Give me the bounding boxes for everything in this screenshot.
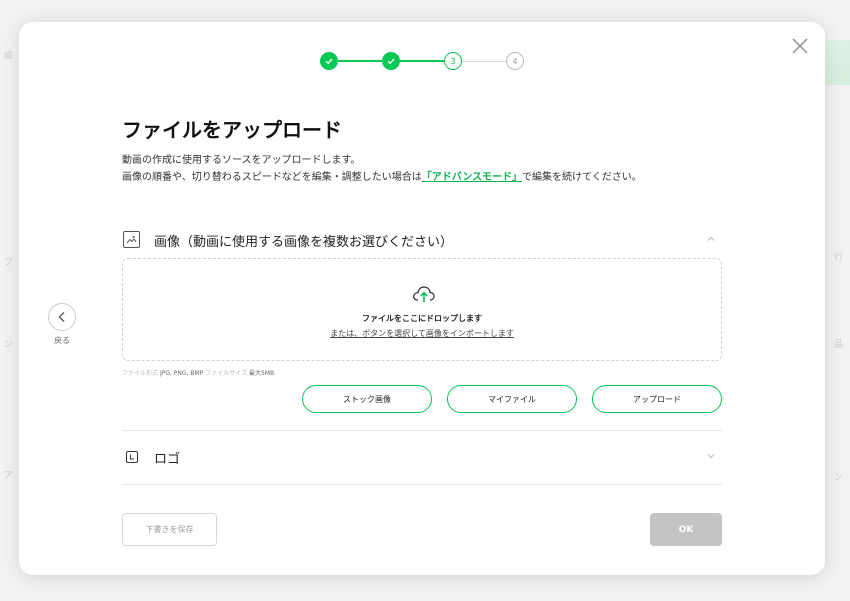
cloud-upload-icon [413, 286, 435, 302]
image-icon [123, 231, 140, 248]
advanced-mode-link[interactable]: 「アドバンスモード」 [422, 172, 522, 183]
file-size-label: ファイルサイズ [205, 370, 248, 377]
file-size-value: 最大5MB [248, 370, 275, 377]
stepper-connector [462, 60, 506, 62]
description-line-1: 動画の作成に使用するソースをアップロードします。 [122, 155, 361, 166]
checkmark-icon [325, 58, 333, 65]
step-3-current: 3 [444, 52, 462, 70]
logo-section-title: ロゴ [154, 452, 181, 467]
chevron-up-icon [707, 236, 715, 241]
dropzone-subtitle: または、ボタンを選択して画像をインポートします [330, 329, 514, 338]
file-format-label: ファイル形式 [122, 370, 159, 377]
upload-button[interactable]: アップロード [592, 385, 722, 413]
back-label: 戻る [54, 336, 70, 345]
section-divider [122, 430, 722, 431]
file-requirements: ファイル形式 JPG, PNG, BMP ファイルサイズ 最大5MB [122, 368, 274, 377]
stepper-connector [338, 60, 382, 62]
save-draft-button[interactable]: 下書きを保存 [122, 513, 217, 546]
file-format-value: JPG, PNG, BMP [159, 370, 204, 377]
background-text: 品 [834, 340, 844, 350]
ok-button[interactable]: OK [650, 513, 722, 546]
stepper-connector [400, 60, 444, 62]
chevron-down-icon [707, 454, 715, 459]
step-2-done [382, 52, 400, 70]
background-text: ブ [4, 258, 14, 268]
file-dropzone[interactable]: ファイルをここにドロップします または、ボタンを選択して画像をインポートします [122, 258, 722, 361]
back-button[interactable] [48, 303, 76, 331]
section-divider [122, 484, 722, 485]
my-files-button[interactable]: マイファイル [447, 385, 577, 413]
background-text: ン [4, 340, 14, 350]
image-section-title: 画像（動画に使用する画像を複数お選びください） [154, 235, 454, 250]
background-text: ン [834, 473, 844, 483]
logo-icon [126, 451, 138, 463]
background-text: 行 [834, 253, 844, 263]
logo-section-header[interactable]: ロゴ [122, 445, 722, 469]
description-line-2: 画像の順番や、切り替わるスピードなどを編集・調整したい場合は「アドバンスモード」… [122, 168, 642, 183]
chevron-left-icon [58, 312, 65, 322]
description-text: で編集を続けてください。 [522, 172, 642, 183]
page-title: ファイルをアップロード [122, 118, 342, 142]
background-text: ア [4, 471, 14, 481]
description-text: 画像の順番や、切り替わるスピードなどを編集・調整したい場合は [122, 172, 422, 183]
step-4-todo: 4 [506, 52, 524, 70]
checkmark-icon [387, 58, 395, 65]
stock-images-button[interactable]: ストック画像 [302, 385, 432, 413]
image-section-header[interactable]: 画像（動画に使用する画像を複数お選びください） [122, 228, 722, 252]
close-icon[interactable] [791, 37, 809, 55]
dropzone-title: ファイルをここにドロップします [362, 314, 482, 323]
background-text: 成 [4, 51, 14, 61]
step-1-done [320, 52, 338, 70]
